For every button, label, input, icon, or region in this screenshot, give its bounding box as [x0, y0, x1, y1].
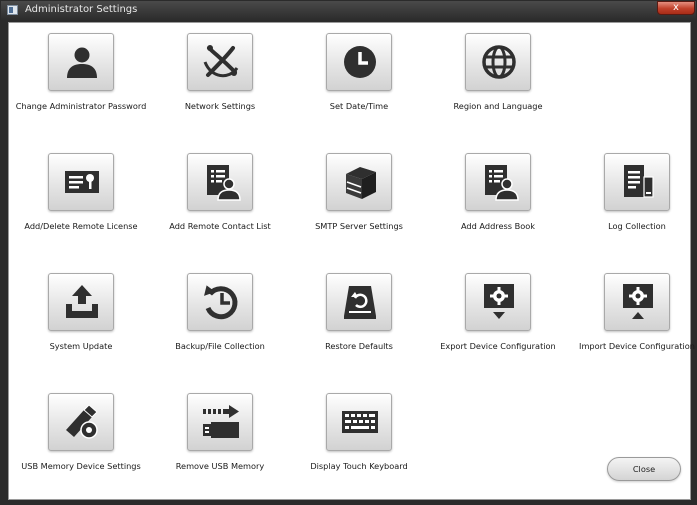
tile-label: Add Address Book: [460, 221, 536, 231]
restore-icon: [344, 286, 376, 319]
tile-label: SMTP Server Settings: [315, 221, 403, 231]
tile-label: Network Settings: [184, 101, 256, 111]
globe-icon: [482, 45, 516, 79]
settings-panel: Change Administrator Password Network Se…: [8, 22, 695, 500]
tile-label: System Update: [49, 341, 113, 351]
network-icon: [203, 45, 239, 78]
remove-usb-icon: [203, 405, 239, 438]
usb-settings-icon: [66, 404, 98, 439]
tile-smtp-server: SMTP Server Settings: [291, 143, 427, 247]
change-admin-password-button[interactable]: [48, 33, 114, 91]
window-icon: [7, 5, 18, 15]
tile-system-update: System Update: [13, 263, 149, 367]
tile-region-language: Region and Language: [430, 23, 566, 127]
tile-label: Restore Defaults: [325, 341, 393, 351]
title-bar: Administrator Settings x: [1, 1, 696, 20]
tile-change-admin-password: Change Administrator Password: [13, 23, 149, 127]
tile-label: Change Administrator Password: [15, 101, 147, 111]
tile-label: Export Device Configuration: [440, 341, 556, 351]
system-update-button[interactable]: [48, 273, 114, 331]
address-book-icon: [485, 165, 519, 201]
tile-label: Set Date/Time: [329, 101, 389, 111]
region-language-button[interactable]: [465, 33, 531, 91]
user-icon: [67, 47, 97, 78]
remove-usb-memory-button[interactable]: [187, 393, 253, 451]
tile-label: Region and Language: [453, 101, 543, 111]
license-key-icon: [65, 171, 99, 193]
tile-remote-license: Add/Delete Remote License: [13, 143, 149, 247]
tile-label: Log Collection: [608, 221, 666, 231]
backup-icon: [204, 285, 238, 320]
export-device-config-button[interactable]: [465, 273, 531, 331]
tile-label: USB Memory Device Settings: [21, 461, 141, 471]
log-collection-icon: [624, 165, 654, 198]
window-title: Administrator Settings: [25, 4, 138, 15]
window-close-button[interactable]: x: [657, 1, 695, 15]
tile-label: Display Touch Keyboard: [310, 461, 408, 471]
keyboard-icon: [342, 411, 378, 433]
set-date-time-button[interactable]: [326, 33, 392, 91]
contact-list-icon: [207, 165, 241, 201]
tile-set-date-time: Set Date/Time: [291, 23, 427, 127]
network-settings-button[interactable]: [187, 33, 253, 91]
address-book-button[interactable]: [465, 153, 531, 211]
tile-usb-memory-settings: USB Memory Device Settings: [13, 383, 149, 487]
restore-defaults-button[interactable]: [326, 273, 392, 331]
tile-remote-contact-list: Add Remote Contact List: [152, 143, 288, 247]
tile-backup-file-collection: Backup/File Collection: [152, 263, 288, 367]
tile-label: Remove USB Memory: [175, 461, 265, 471]
admin-settings-window: Administrator Settings x Change Administ…: [0, 0, 697, 505]
remote-license-button[interactable]: [48, 153, 114, 211]
import-config-icon: [623, 284, 653, 319]
tile-import-device-config: Import Device Configuration: [569, 263, 697, 367]
tile-remove-usb-memory: Remove USB Memory: [152, 383, 288, 487]
tile-export-device-config: Export Device Configuration: [430, 263, 566, 367]
tile-network-settings: Network Settings: [152, 23, 288, 127]
tile-display-touch-keyboard: Display Touch Keyboard: [291, 383, 427, 487]
tile-address-book: Add Address Book: [430, 143, 566, 247]
tile-restore-defaults: Restore Defaults: [291, 263, 427, 367]
tile-label: Import Device Configuration: [579, 341, 695, 351]
remote-contact-list-button[interactable]: [187, 153, 253, 211]
export-config-icon: [484, 284, 514, 319]
backup-file-collection-button[interactable]: [187, 273, 253, 331]
import-device-config-button[interactable]: [604, 273, 670, 331]
clock-icon: [344, 46, 376, 78]
server-icon: [346, 167, 376, 199]
smtp-server-button[interactable]: [326, 153, 392, 211]
log-collection-button[interactable]: [604, 153, 670, 211]
system-update-icon: [66, 285, 98, 318]
usb-memory-settings-button[interactable]: [48, 393, 114, 451]
tile-label: Add Remote Contact List: [169, 221, 271, 231]
close-button[interactable]: Close: [607, 457, 681, 481]
tile-label: Add/Delete Remote License: [24, 221, 138, 231]
tile-log-collection: Log Collection: [569, 143, 697, 247]
display-touch-keyboard-button[interactable]: [326, 393, 392, 451]
tile-label: Backup/File Collection: [175, 341, 265, 351]
